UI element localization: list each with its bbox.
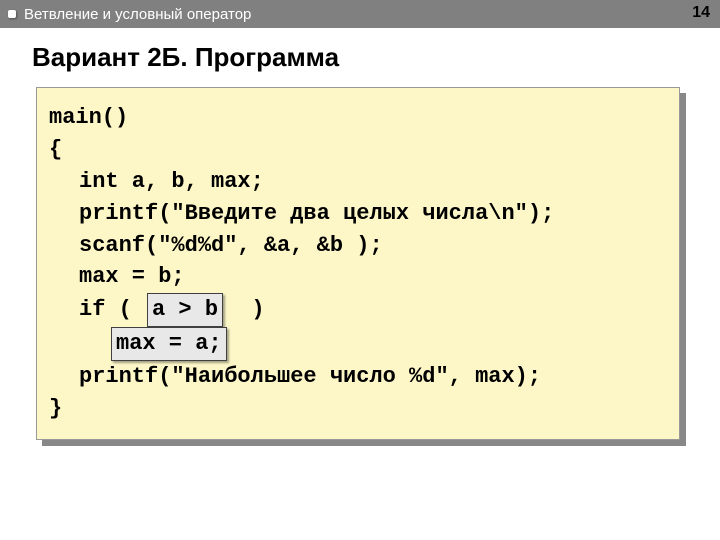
code-line-3: int a, b, max; [49,166,661,198]
code-line-6: max = b; [49,261,661,293]
code-line-10: } [49,393,661,425]
code-line-1: main() [49,102,661,134]
code-line-5: scanf("%d%d", &a, &b ); [49,230,661,262]
code-line-9: printf("Наибольшее число %d", max); [49,361,661,393]
highlight-assignment: max = a; [111,327,227,361]
code-line-4: printf("Введите два целых числа\n"); [49,198,661,230]
header-title: Ветвление и условный оператор [24,6,251,23]
code-text: if ( [79,297,145,322]
bullet-icon [8,10,16,18]
code-line-8: max = a; [49,327,661,361]
header-left: Ветвление и условный оператор [8,6,251,23]
code-line-2: { [49,134,661,166]
code-text: ) [225,297,265,322]
code-block-wrapper: main() { int a, b, max; printf("Введите … [36,87,680,440]
slide-title: Вариант 2Б. Программа [0,28,720,87]
highlight-condition: a > b [147,293,223,327]
slide-header: Ветвление и условный оператор [0,0,720,28]
code-line-7: if ( a > b ) [49,293,661,327]
code-block: main() { int a, b, max; printf("Введите … [36,87,680,440]
page-number: 14 [692,4,710,22]
